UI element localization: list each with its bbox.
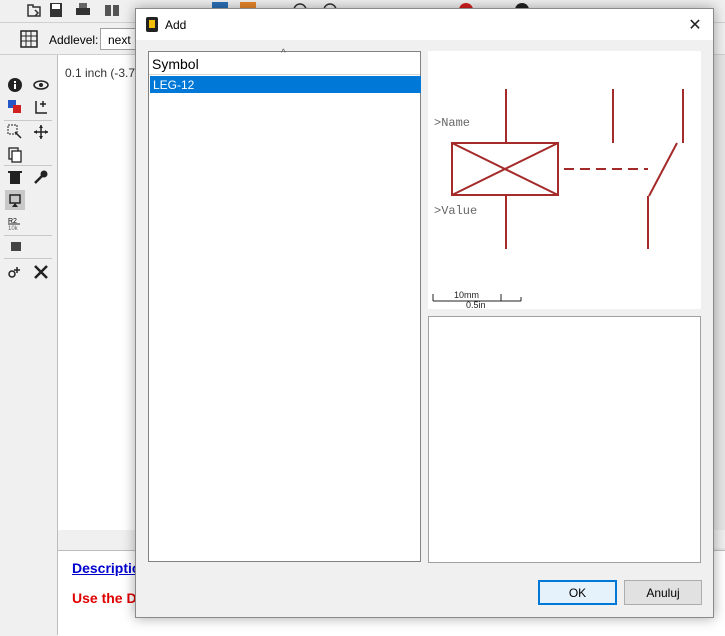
symbol-library-icon <box>146 17 158 32</box>
wrench-icon[interactable] <box>31 167 51 187</box>
symbol-list[interactable]: Symbol ^ LEG-12 <box>148 48 421 562</box>
open-icon[interactable] <box>26 2 42 18</box>
column-header-label: Symbol <box>152 56 199 72</box>
preview-drawing: >Name >Value 10mm 0.5in <box>432 89 684 310</box>
scale-imperial: 0.5in <box>466 300 486 309</box>
mark-icon[interactable] <box>31 97 51 117</box>
print-icon[interactable] <box>75 2 91 18</box>
save-icon[interactable] <box>48 2 64 18</box>
name-placeholder: >Name <box>434 116 470 130</box>
select-icon[interactable] <box>5 122 25 142</box>
cancel-button[interactable]: Anuluj <box>624 580 702 605</box>
grid-icon[interactable] <box>20 30 38 48</box>
attribute-icon[interactable] <box>5 237 25 257</box>
relay-symbol <box>451 89 684 249</box>
separator <box>4 258 52 259</box>
coordinate-display: 0.1 inch (-3.7 <box>65 66 136 80</box>
value-placeholder: >Value <box>434 204 477 218</box>
column-header-symbol[interactable]: Symbol ^ <box>149 48 420 75</box>
symbol-description-box <box>428 316 701 563</box>
library-icon[interactable] <box>104 2 120 18</box>
svg-text:10k: 10k <box>8 226 19 231</box>
layer-icon[interactable] <box>5 97 25 117</box>
addlevel-label: Addlevel: <box>49 33 99 47</box>
add-dialog: Add ✕ Symbol ^ LEG-12 >Name >Value 10mm … <box>135 8 714 618</box>
delete-icon[interactable] <box>5 167 25 187</box>
close-icon: ✕ <box>688 17 702 34</box>
command-toolbar: R2 10k <box>0 55 58 635</box>
sort-ascending-icon: ^ <box>281 48 286 59</box>
description-hint: Use the D <box>72 590 137 606</box>
separator <box>4 235 52 236</box>
dialog-title: Add <box>165 18 187 32</box>
close-button[interactable]: ✕ <box>684 15 706 35</box>
name-icon[interactable]: R2 10k <box>5 213 25 233</box>
info-icon[interactable] <box>5 75 25 95</box>
symbol-preview: >Name >Value 10mm 0.5in <box>428 51 701 310</box>
x-icon[interactable] <box>31 262 51 282</box>
scale-metric: 10mm <box>454 290 479 300</box>
move-icon[interactable] <box>31 122 51 142</box>
description-link[interactable]: Descriptio <box>72 560 140 576</box>
separator <box>4 165 52 166</box>
eye-icon[interactable] <box>31 75 51 95</box>
copy-icon[interactable] <box>5 145 25 165</box>
wire-add-icon[interactable] <box>5 262 25 282</box>
ok-button[interactable]: OK <box>538 580 617 605</box>
list-item[interactable]: LEG-12 <box>150 76 421 93</box>
dialog-titlebar[interactable]: Add ✕ <box>136 9 713 40</box>
separator <box>4 120 52 121</box>
add-part-icon[interactable] <box>5 190 25 210</box>
